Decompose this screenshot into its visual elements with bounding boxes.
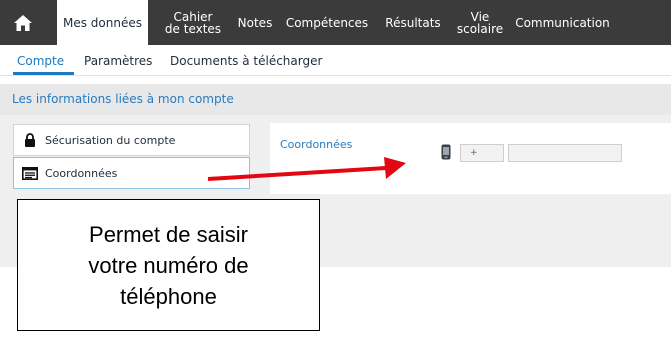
red-arrow-icon — [207, 157, 406, 181]
